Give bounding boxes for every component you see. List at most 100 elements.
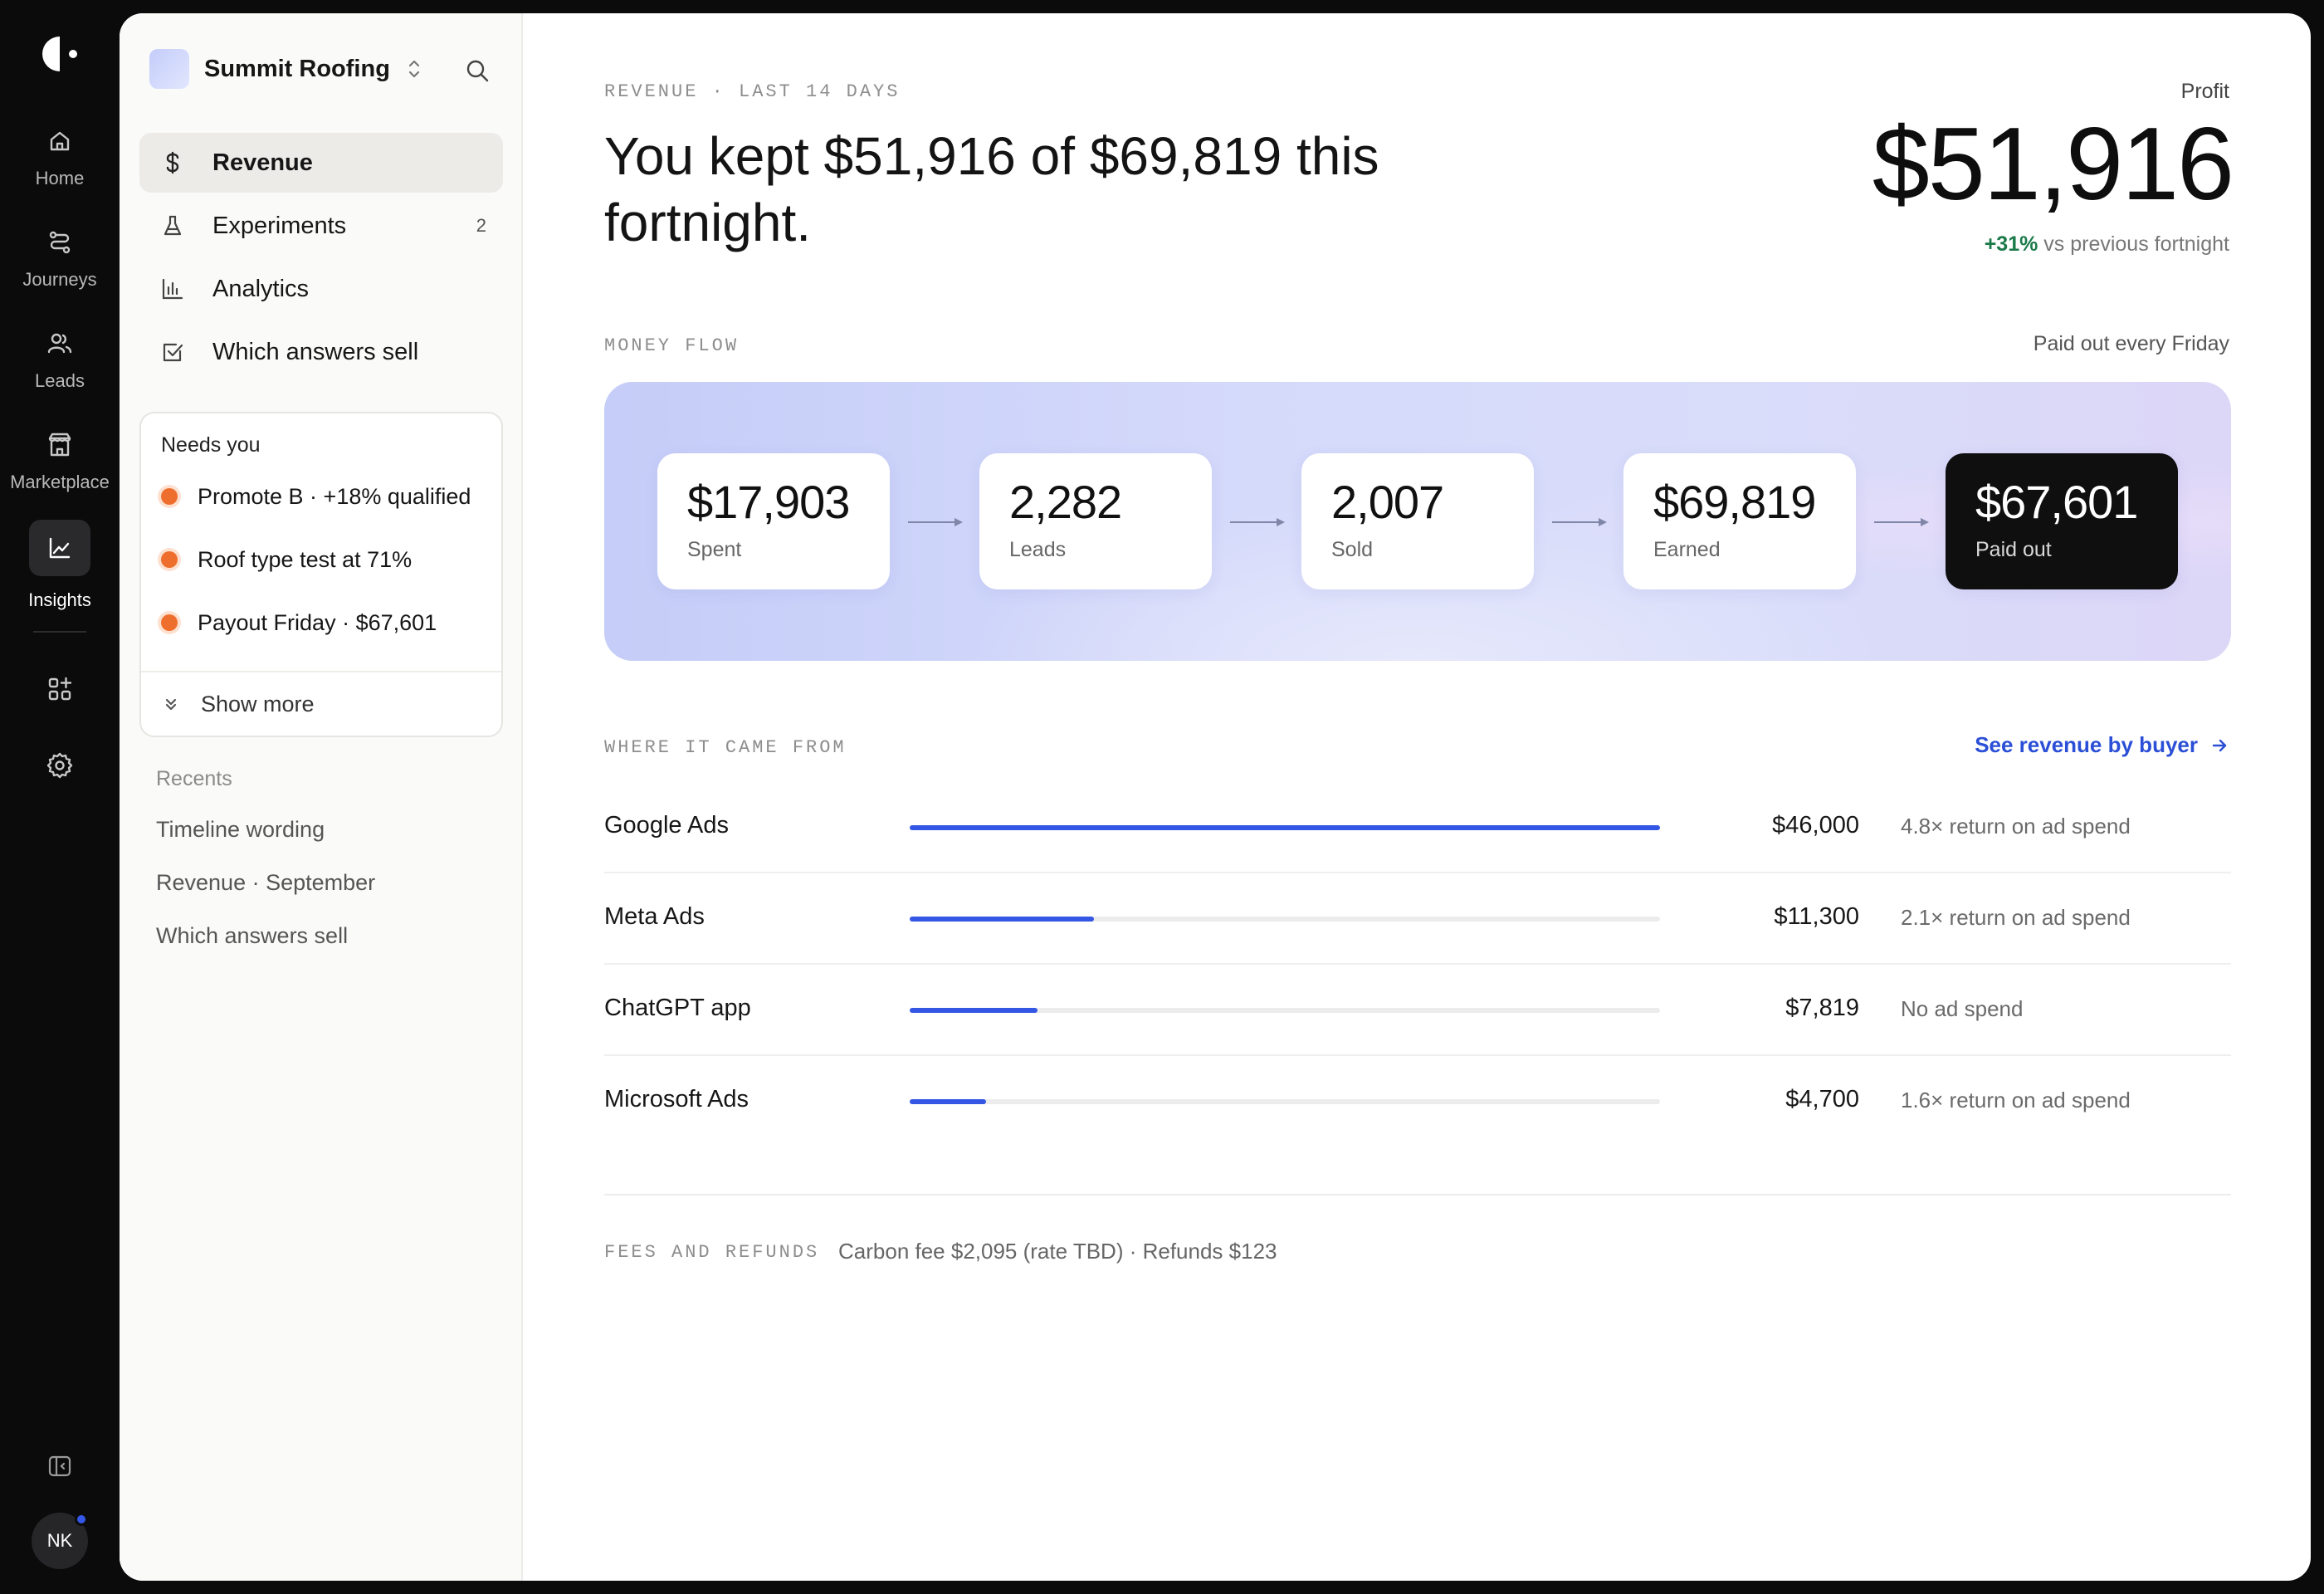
notification-dot (75, 1513, 88, 1526)
flow-card-label: Sold (1331, 538, 1374, 561)
rail-item-label: Leads (35, 370, 85, 391)
flow-card-sold[interactable]: 2,007 Sold (1301, 453, 1534, 589)
source-bar-track (910, 917, 1660, 922)
source-amount: $46,000 (1772, 812, 1859, 839)
rail-item-leads[interactable]: Leads (0, 327, 120, 418)
sidebar-item-revenue[interactable]: Revenue (139, 133, 503, 193)
apps-add-icon[interactable] (43, 672, 76, 706)
flow-card-paid-out[interactable]: $67,601 Paid out (1946, 453, 2178, 589)
source-row[interactable]: Meta Ads $11,300 2.1× return on ad spend (604, 873, 2231, 965)
recents-title: Recents (156, 767, 232, 790)
needs-you-title: Needs you (161, 433, 261, 457)
source-note: 1.6× return on ad spend (1901, 1088, 2131, 1112)
flow-card-label: Spent (687, 538, 742, 561)
money-flow-note: Paid out every Friday (2033, 332, 2229, 355)
needs-you-item-label: Payout Friday · $67,601 (198, 609, 437, 635)
dollar-icon (166, 151, 179, 174)
sidebar-item-label: Which answers sell (212, 338, 419, 365)
source-note: 4.8× return on ad spend (1901, 814, 2131, 839)
source-row[interactable]: Google Ads $46,000 4.8× return on ad spe… (604, 782, 2231, 873)
section-kicker: REVENUE · LAST 14 DAYS (604, 81, 901, 102)
recent-item[interactable]: Which answers sell (156, 923, 348, 949)
flow-card-spent[interactable]: $17,903 Spent (657, 453, 890, 589)
flow-card-leads[interactable]: 2,282 Leads (979, 453, 1212, 589)
source-name: ChatGPT app (604, 995, 751, 1021)
home-icon (50, 131, 70, 151)
flow-card-label: Paid out (1975, 538, 2052, 561)
arrow-right-icon (1230, 518, 1285, 526)
sources-title: WHERE IT CAME FROM (604, 737, 847, 758)
arrow-right-icon (1874, 518, 1929, 526)
sidebar-item-experiments[interactable]: Experiments 2 (139, 196, 503, 256)
flow-card-label: Leads (1009, 538, 1067, 561)
chevrons-down-icon (165, 698, 177, 711)
rail-item-label: Home (35, 168, 85, 188)
store-icon (48, 433, 71, 457)
change-suffix: vs previous fortnight (2038, 232, 2229, 256)
needs-you-item[interactable]: Payout Friday · $67,601 (161, 606, 437, 639)
link-label: See revenue by buyer (1975, 732, 2198, 757)
flow-card-value: 2,007 (1331, 476, 1444, 528)
show-more-label: Show more (201, 691, 315, 716)
flow-card-earned[interactable]: $69,819 Earned (1623, 453, 1856, 589)
source-note: No ad spend (1901, 996, 2024, 1021)
sidebar-item-label: Experiments (212, 212, 347, 239)
sidebar-item-label: Revenue (212, 149, 313, 176)
avatar[interactable]: NK (32, 1513, 88, 1569)
rail-item-active-box (29, 520, 90, 576)
rail-item-home[interactable]: Home (0, 125, 120, 216)
arrow-right-icon (1552, 518, 1607, 526)
avatar-initials: NK (46, 1530, 73, 1551)
flask-icon (164, 215, 182, 236)
rail-item-label: Insights (28, 589, 91, 610)
chevron-updown-icon (408, 60, 420, 78)
app-window: Summit Roofing Revenue Experiments 2 Ana… (120, 13, 2311, 1581)
users-icon (47, 333, 72, 354)
search-icon[interactable] (463, 56, 491, 85)
sidebar-toggle-icon[interactable] (46, 1453, 73, 1479)
recent-item[interactable]: Timeline wording (156, 817, 325, 843)
money-flow-panel: $17,903 Spent 2,282 Leads 2,007 Sold $69… (604, 382, 2231, 661)
fees-text: Carbon fee $2,095 (rate TBD) · Refunds $… (838, 1239, 1277, 1264)
flow-card-value: 2,282 (1009, 476, 1122, 528)
source-amount: $11,300 (1774, 903, 1859, 930)
needs-you-item[interactable]: Roof type test at 71% (161, 543, 412, 576)
rail-item-label: Marketplace (10, 472, 110, 492)
revenue-by-buyer-link[interactable]: See revenue by buyer (1975, 732, 2229, 758)
rail-item-insights[interactable]: Insights (0, 520, 120, 611)
show-more-button[interactable]: Show more (161, 679, 315, 729)
sidebar-item-which-answers-sell[interactable]: Which answers sell (139, 322, 503, 382)
source-bar-track (910, 1099, 1660, 1104)
rail-item-journeys[interactable]: Journeys (0, 226, 120, 317)
arrow-right-icon (2212, 739, 2227, 751)
sidebar-item-analytics[interactable]: Analytics (139, 259, 503, 319)
needs-you-item[interactable]: Promote B · +18% qualified (161, 480, 471, 513)
rail-divider (33, 631, 86, 633)
gear-icon[interactable] (43, 749, 76, 782)
workspace-switcher[interactable]: Summit Roofing (149, 48, 423, 90)
alert-dot (161, 614, 178, 631)
workspace-name: Summit Roofing (204, 55, 390, 82)
alert-dot (161, 551, 178, 568)
needs-you-item-label: Promote B · +18% qualified (198, 483, 471, 509)
source-amount: $7,819 (1785, 995, 1859, 1021)
needs-you-item-label: Roof type test at 71% (198, 546, 413, 572)
main-content: REVENUE · LAST 14 DAYS You kept $51,916 … (523, 13, 2311, 1581)
sidebar: Summit Roofing Revenue Experiments 2 Ana… (120, 13, 523, 1581)
profit-change: +31% vs previous fortnight (1985, 232, 2229, 257)
rail-item-marketplace[interactable]: Marketplace (0, 428, 120, 520)
flow-card-label: Earned (1653, 538, 1721, 561)
flow-card-value: $69,819 (1653, 476, 1816, 528)
recent-item[interactable]: Revenue · September (156, 870, 375, 896)
app-rail: Home Journeys Leads Marketplace Insights (0, 0, 120, 1594)
app-logo[interactable] (40, 33, 81, 75)
source-name: Google Ads (604, 812, 729, 839)
chart-line-icon (49, 537, 71, 559)
source-row[interactable]: Microsoft Ads $4,700 1.6× return on ad s… (604, 1056, 2231, 1147)
profit-label: Profit (2180, 80, 2229, 103)
source-bar-fill (910, 825, 1660, 830)
arrow-right-icon (908, 518, 963, 526)
route-icon (49, 231, 71, 254)
flow-card-value: $67,601 (1975, 476, 2138, 528)
source-row[interactable]: ChatGPT app $7,819 No ad spend (604, 965, 2231, 1056)
